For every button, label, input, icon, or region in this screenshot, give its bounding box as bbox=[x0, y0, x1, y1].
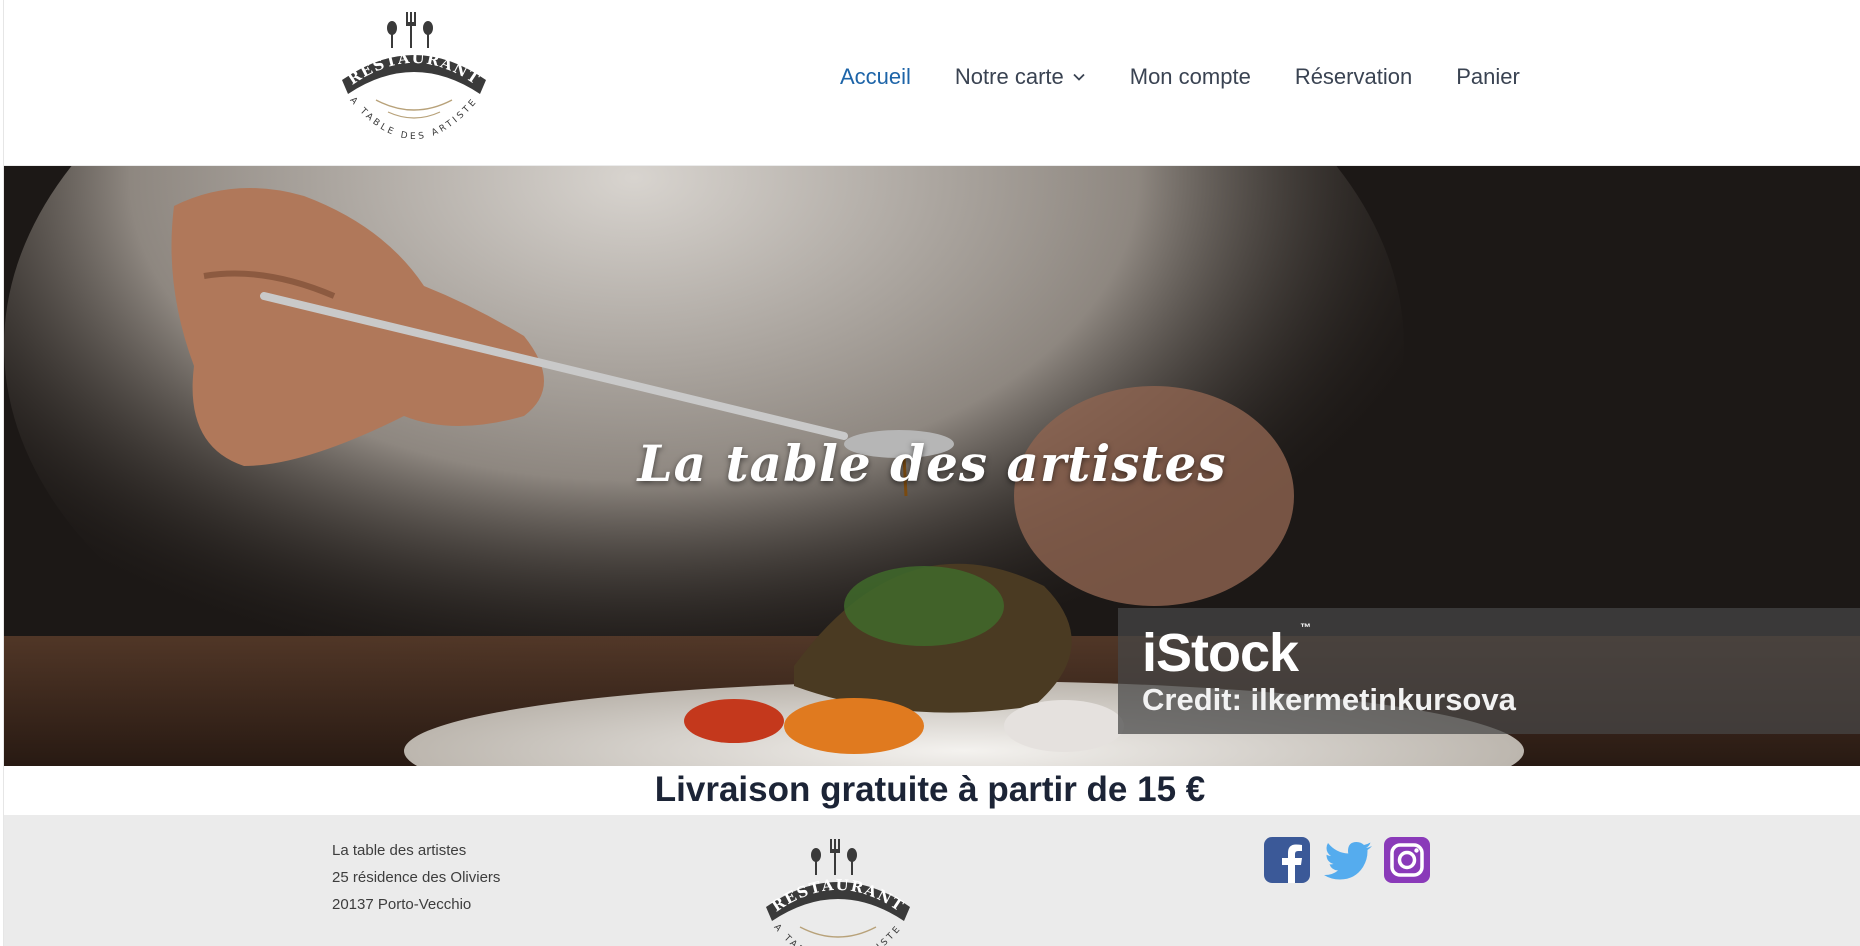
nav-item-reservation[interactable]: Réservation bbox=[1295, 64, 1412, 90]
nav-item-label: Accueil bbox=[840, 64, 911, 89]
restaurant-logo[interactable]: RESTAURANT LA TABLE DES ARTISTES bbox=[330, 1, 494, 158]
nav-item-notre-carte[interactable]: Notre carte bbox=[955, 64, 1086, 90]
instagram-icon[interactable] bbox=[1384, 837, 1430, 883]
watermark-credit: Credit: ilkermetinkursova bbox=[1142, 682, 1516, 717]
facebook-icon[interactable] bbox=[1264, 837, 1310, 883]
nav-item-panier[interactable]: Panier bbox=[1456, 64, 1520, 90]
nav-item-mon-compte[interactable]: Mon compte bbox=[1130, 64, 1251, 90]
address-line: 20137 Porto-Vecchio bbox=[332, 896, 472, 913]
address-line: 25 résidence des Oliviers bbox=[332, 869, 501, 886]
free-delivery-banner: Livraison gratuite à partir de 15 € bbox=[654, 770, 1206, 809]
footer-logo[interactable]: RESTAURANT LA TABLE DES ARTISTES bbox=[748, 835, 928, 946]
watermark-brand: iStock ™ bbox=[1142, 622, 1311, 683]
main-nav: Accueil Notre carte Mon compte Réservati… bbox=[840, 64, 1564, 90]
social-links bbox=[1264, 837, 1430, 883]
site-footer: La table des artistes 25 résidence des O… bbox=[4, 815, 1860, 946]
site-header: RESTAURANT LA TABLE DES ARTISTES Accueil… bbox=[4, 0, 1860, 166]
hero-title: La table des artistes bbox=[637, 434, 1227, 493]
nav-item-label: Réservation bbox=[1294, 64, 1413, 89]
page: RESTAURANT LA TABLE DES ARTISTES Accueil… bbox=[0, 0, 1860, 946]
nav-item-label: Mon compte bbox=[1129, 64, 1251, 89]
nav-item-label: Panier bbox=[1456, 64, 1520, 89]
nav-item-accueil[interactable]: Accueil bbox=[840, 64, 911, 90]
address-line: La table des artistes bbox=[332, 842, 467, 859]
istock-watermark: iStock ™ Credit: ilkermetinkursova bbox=[1118, 608, 1860, 734]
chevron-down-icon bbox=[1073, 73, 1085, 81]
hero-banner: La table des artistes iStock ™ Credit: il… bbox=[4, 166, 1860, 766]
nav-item-label: Notre carte bbox=[954, 64, 1064, 89]
twitter-icon[interactable] bbox=[1324, 837, 1372, 883]
footer-address: La table des artistes 25 résidence des O… bbox=[332, 837, 500, 918]
